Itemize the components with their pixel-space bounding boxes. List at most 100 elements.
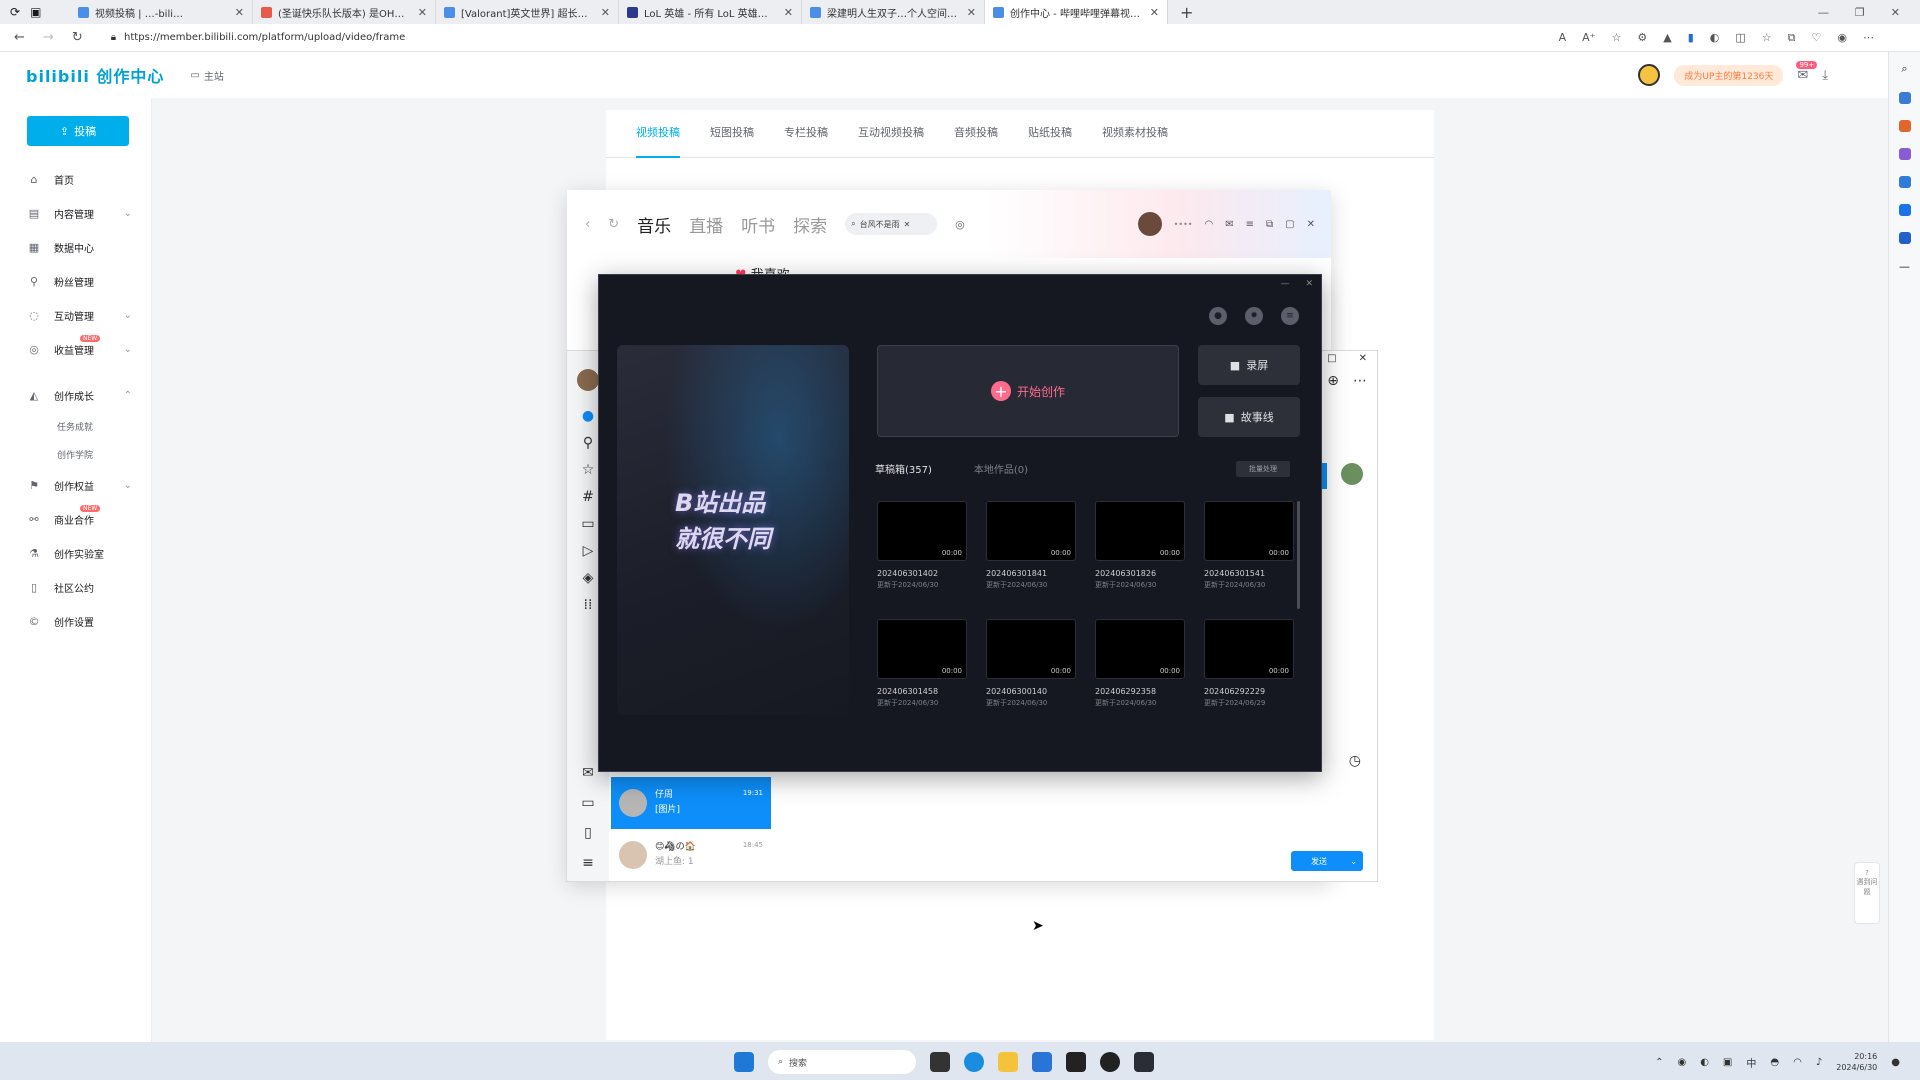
skin-icon[interactable]: ◠	[1205, 219, 1214, 230]
upload-button[interactable]: ⇪ 投稿	[27, 116, 129, 146]
bookmark-icon[interactable]: ▭	[581, 516, 594, 532]
tray-icon[interactable]: ▣	[1723, 1057, 1732, 1068]
chevron-up-icon[interactable]: ⌃	[1655, 1057, 1663, 1068]
office-icon[interactable]	[1898, 176, 1911, 188]
close-icon[interactable]: ✕	[1305, 279, 1313, 289]
avatar[interactable]	[577, 369, 599, 391]
taskbar-search[interactable]: ⌕ 搜索	[768, 1050, 916, 1074]
message-icon[interactable]: ✉ 99+	[1796, 60, 1818, 83]
channel-icon[interactable]: #	[582, 489, 594, 505]
close-window-icon[interactable]: ✕	[1891, 6, 1900, 19]
music-search-input[interactable]: ⌕ 台风不是雨 ✕	[845, 213, 938, 235]
menu-icon[interactable]: ≡	[1281, 307, 1299, 325]
sidebar-item-fans[interactable]: ⚲ 粉丝管理	[0, 264, 152, 298]
games-icon[interactable]	[1898, 148, 1911, 160]
wifi-icon[interactable]: ◠	[1793, 1057, 1802, 1068]
tab-image-upload[interactable]: 短图投稿	[710, 124, 754, 158]
menu-icon[interactable]: ≡	[582, 855, 594, 871]
sidebar-item-lab[interactable]: ⚗ 创作实验室	[0, 536, 152, 570]
avatar[interactable]	[1638, 64, 1661, 86]
search-icon[interactable]: ⌕	[1901, 62, 1907, 76]
app-icon[interactable]	[1032, 1052, 1052, 1072]
minimize-icon[interactable]: —	[1280, 279, 1289, 289]
qq-icon[interactable]	[1100, 1052, 1120, 1072]
avatar[interactable]	[1137, 212, 1162, 236]
draft-card[interactable]: 00:00 202406300140 更新于2024/06/30	[986, 619, 1076, 708]
back-icon[interactable]: ←	[14, 30, 25, 45]
tab-material-upload[interactable]: 视频素材投稿	[1102, 124, 1168, 158]
draft-card[interactable]: 00:00 202406301458 更新于2024/06/30	[877, 619, 967, 708]
history-icon[interactable]: ◷	[1349, 753, 1361, 769]
sidebar-item-settings[interactable]: © 创作设置	[0, 604, 152, 638]
explorer-icon[interactable]	[998, 1052, 1018, 1072]
send-icon[interactable]	[1898, 232, 1911, 244]
edge-icon[interactable]	[964, 1052, 984, 1072]
mini-mode-icon[interactable]: ⧉	[1266, 219, 1273, 230]
tab-video-upload[interactable]: 视频投稿	[636, 124, 680, 158]
chat-list-item[interactable]: 仔周 [图片] 19:31	[611, 777, 771, 829]
browser-essentials-icon[interactable]: ♡	[1812, 31, 1822, 45]
help-button[interactable]: ? 遇到问题	[1854, 862, 1880, 924]
forward-icon[interactable]: →	[43, 30, 54, 45]
tray-icon[interactable]: ◓	[1770, 1057, 1779, 1068]
music-tab-live[interactable]: 直播	[689, 212, 723, 237]
extension-icon[interactable]: ⚙	[1637, 31, 1647, 45]
clock[interactable]: 20:16 2024/6/30	[1836, 1051, 1877, 1073]
mail-icon[interactable]: ✉	[1225, 219, 1233, 230]
favorites-icon[interactable]: ▯	[584, 825, 592, 841]
ime-icon[interactable]: 中	[1746, 1055, 1756, 1070]
tray-icon[interactable]: ◐	[1700, 1057, 1709, 1068]
close-icon[interactable]: ✕	[235, 6, 244, 19]
volume-icon[interactable]: ♪	[1816, 1057, 1822, 1068]
batch-process-button[interactable]: 批量处理	[1236, 461, 1290, 477]
close-icon[interactable]: ✕	[784, 6, 793, 19]
promo-badge[interactable]: 成为UP主的第1236天	[1674, 64, 1784, 86]
close-icon[interactable]: ✕	[601, 6, 610, 19]
tab-list-icon[interactable]: ▣	[30, 5, 41, 19]
browser-tab[interactable]: LoL 英雄 - 所有 LoL 英雄… ✕	[619, 0, 802, 24]
apps-icon[interactable]: ⁞⁞	[584, 597, 593, 613]
browser-tab[interactable]: (圣诞快乐队长版本) 是OH免2… ✕	[253, 0, 436, 24]
tab-history-icon[interactable]: ⟳	[10, 5, 20, 19]
extension-icon[interactable]: ▮	[1688, 31, 1694, 45]
maximize-icon[interactable]: ▢	[1285, 219, 1294, 230]
refresh-icon[interactable]: ↻	[72, 30, 83, 45]
browser-tab[interactable]: 梁建明人生双子…个人空间… ✕	[802, 0, 985, 24]
maximize-icon[interactable]: □	[1327, 353, 1336, 364]
message-icon[interactable]: ●	[582, 408, 594, 424]
start-create-button[interactable]: + 开始创作	[877, 345, 1179, 437]
draft-card[interactable]: 00:00 202406301826 更新于2024/06/30	[1095, 501, 1185, 590]
chat-list-item[interactable]: 😊🦓の🏠 湖上鱼: 1 18:45	[611, 829, 771, 881]
draft-card[interactable]: 00:00 202406301841 更新于2024/06/30	[986, 501, 1076, 590]
notification-icon[interactable]: ●	[1891, 1057, 1900, 1068]
chevron-down-icon[interactable]: ⌄	[1350, 857, 1363, 866]
menu-icon[interactable]: ≡	[1246, 219, 1254, 230]
tab-article-upload[interactable]: 专栏投稿	[784, 124, 828, 158]
storyline-button[interactable]: ■ 故事线	[1198, 397, 1300, 437]
sidebar-subitem-academy[interactable]: 创作学院	[0, 440, 152, 468]
task-view-icon[interactable]	[930, 1052, 950, 1072]
send-button[interactable]: 发送 ⌄	[1291, 851, 1363, 871]
url-field[interactable]: 🔒︎ https://member.bilibili.com/platform/…	[111, 32, 406, 43]
close-icon[interactable]: ✕	[967, 6, 976, 19]
home-link[interactable]: ▭ 主站	[190, 68, 223, 83]
more-icon[interactable]: ⋯	[1353, 373, 1367, 389]
favorites-icon[interactable]: ☆	[1762, 31, 1772, 45]
settings-icon[interactable]: ✹	[1245, 307, 1263, 325]
download-icon[interactable]: ⤓	[1822, 68, 1828, 83]
clear-icon[interactable]: ✕	[904, 220, 911, 229]
sidebar-item-rights[interactable]: ⚑ 创作权益 ⌄	[0, 468, 152, 502]
sidebar-item-data[interactable]: ▦ 数据中心	[0, 230, 152, 264]
toolbox-icon[interactable]	[1898, 120, 1911, 132]
star-icon[interactable]: ☆	[582, 462, 595, 478]
translate-icon[interactable]: A⁺	[1582, 31, 1595, 45]
new-tab-button[interactable]: +	[1168, 3, 1205, 22]
sidebar-item-convention[interactable]: ▯ 社区公约	[0, 570, 152, 604]
scrollbar[interactable]	[1297, 501, 1300, 609]
start-icon[interactable]	[734, 1052, 754, 1072]
tab-audio-upload[interactable]: 音频投稿	[954, 124, 998, 158]
browser-tab-active[interactable]: 创作中心 - 哔哩哔哩弹幕视频网 ✕	[985, 0, 1168, 24]
play-icon[interactable]: ▷	[583, 543, 594, 559]
extension-icon[interactable]: ◐	[1710, 31, 1720, 45]
maximize-icon[interactable]: ❐	[1855, 6, 1865, 19]
